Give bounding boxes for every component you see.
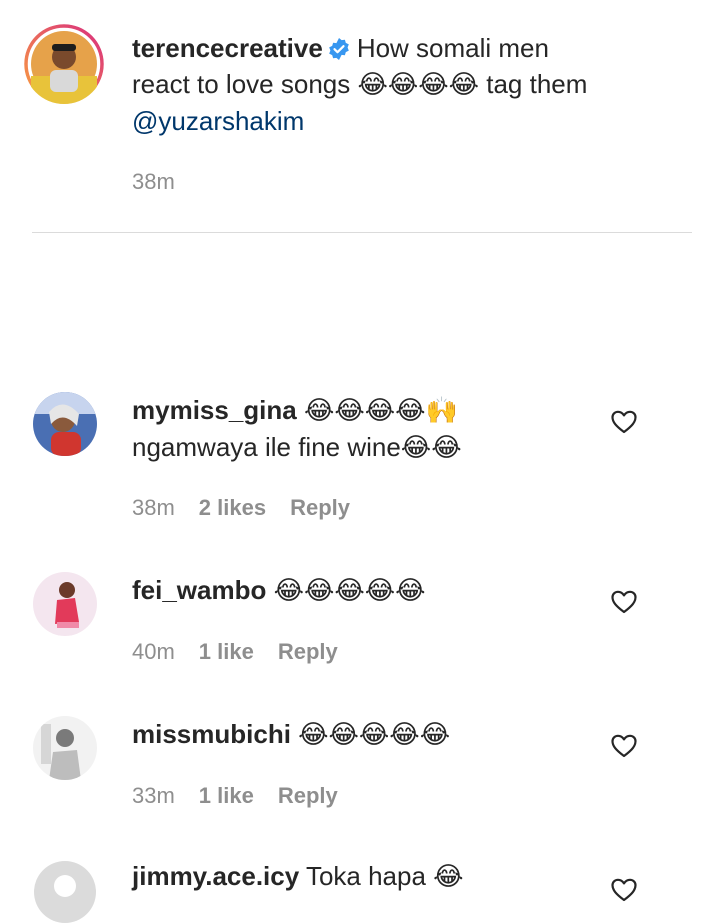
caption-text-line1: How somali men xyxy=(356,33,549,63)
comment-avatar[interactable] xyxy=(33,572,97,636)
post-author-username[interactable]: terencecreative xyxy=(132,33,323,63)
comment-username[interactable]: mymiss_gina xyxy=(132,395,297,425)
comment-timestamp: 33m xyxy=(132,783,175,808)
comment-text: 😂😂😂😂🙌 xyxy=(303,396,458,426)
caption-text-tail: tag them xyxy=(486,69,588,99)
verified-badge-icon xyxy=(329,38,349,60)
comment-body: missmubichi 😂😂😂😂😂 xyxy=(132,716,592,753)
comment-reply-button[interactable]: Reply xyxy=(290,495,350,520)
comment-meta: 38m 2 likes Reply xyxy=(132,495,374,521)
caption-emoji: 😂😂😂😂 xyxy=(357,70,479,100)
heart-outline-icon[interactable] xyxy=(611,878,637,902)
comment-text: 😂😂😂😂😂 xyxy=(298,720,451,750)
post-meta: 38m xyxy=(132,169,199,195)
comment-avatar-default[interactable] xyxy=(33,860,97,924)
comment-text-line2: ngamwaya ile fine wine😂😂 xyxy=(132,432,462,462)
heart-outline-icon[interactable] xyxy=(611,410,637,434)
comment-text: 😂😂😂😂😂 xyxy=(273,576,426,606)
caption-mention-link[interactable]: @yuzarshakim xyxy=(132,106,304,136)
comment-reply-button[interactable]: Reply xyxy=(278,783,338,808)
post-caption: terencecreative How somali men react to l… xyxy=(132,30,672,139)
post-author-avatar[interactable] xyxy=(24,24,104,104)
comment-reply-button[interactable]: Reply xyxy=(278,639,338,664)
caption-divider xyxy=(32,232,692,233)
comment-likes-link[interactable]: 1 like xyxy=(199,639,254,664)
comment-body: jimmy.ace.icy Toka hapa 😂 xyxy=(132,858,592,894)
post-timestamp: 38m xyxy=(132,169,175,194)
comment-meta: 33m 1 like Reply xyxy=(132,783,362,809)
heart-outline-icon[interactable] xyxy=(611,734,637,758)
comment-username[interactable]: fei_wambo xyxy=(132,575,266,605)
comment-body: mymiss_gina 😂😂😂😂🙌 ngamwaya ile fine wine… xyxy=(132,392,592,465)
heart-outline-icon[interactable] xyxy=(611,590,637,614)
comment-username[interactable]: missmubichi xyxy=(132,719,291,749)
comment-likes-link[interactable]: 1 like xyxy=(199,783,254,808)
comment-timestamp: 38m xyxy=(132,495,175,520)
comment-username[interactable]: jimmy.ace.icy xyxy=(132,861,299,891)
comment-body: fei_wambo 😂😂😂😂😂 xyxy=(132,572,592,609)
caption-text-line2: react to love songs xyxy=(132,69,351,99)
comment-avatar[interactable] xyxy=(33,392,97,456)
comment-timestamp: 40m xyxy=(132,639,175,664)
comment-likes-link[interactable]: 2 likes xyxy=(199,495,266,520)
comment-avatar[interactable] xyxy=(33,716,97,780)
comment-text: Toka hapa 😂 xyxy=(305,861,464,891)
comment-meta: 40m 1 like Reply xyxy=(132,639,362,665)
